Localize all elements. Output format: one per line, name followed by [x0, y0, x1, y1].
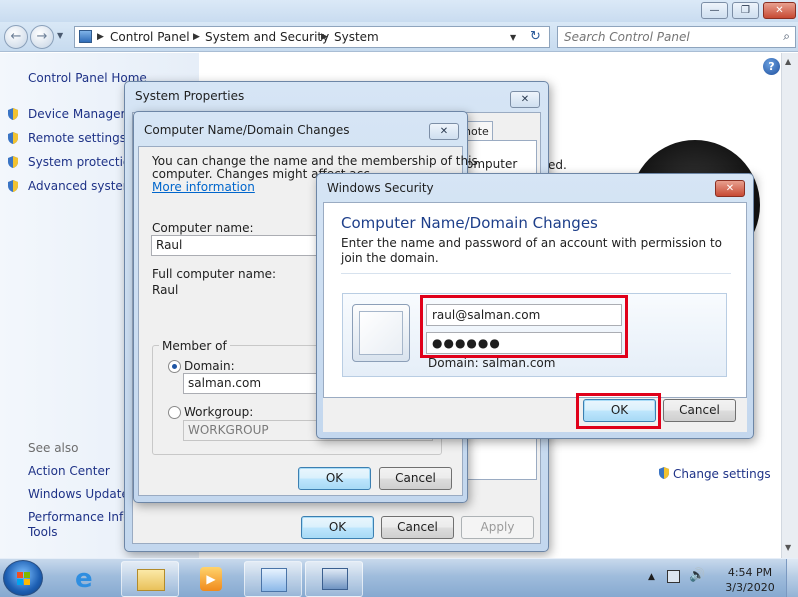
help-icon[interactable]: ?: [763, 58, 780, 75]
more-information-link[interactable]: More information: [152, 180, 255, 194]
breadcrumb-system[interactable]: System: [334, 30, 379, 44]
shield-icon: [8, 108, 18, 120]
windows-flag-icon: [24, 579, 30, 585]
folder-icon: [137, 569, 165, 591]
clock-time: 4:54 PM: [727, 566, 773, 579]
see-also-heading: See also: [28, 441, 79, 455]
start-button[interactable]: [3, 560, 43, 596]
breadcrumb-system-and-security[interactable]: System and Security: [205, 30, 329, 44]
maximize-button[interactable]: ❐: [732, 2, 759, 19]
member-of-label: Member of: [159, 339, 230, 353]
performance-info-link[interactable]: Performance Infor: [28, 510, 136, 524]
scroll-down-icon[interactable]: ▼: [785, 543, 791, 552]
action-center-link[interactable]: Action Center: [28, 464, 110, 478]
shield-icon: [8, 180, 18, 192]
system-taskbar-button[interactable]: [305, 561, 363, 597]
forward-button[interactable]: →: [30, 25, 54, 49]
show-desktop-button[interactable]: [786, 559, 798, 597]
user-tile-frame: [359, 311, 403, 355]
taskbar: e ▶ ▲ 🔊 4:54 PM 3/3/2020: [0, 558, 798, 597]
system-properties-apply-button[interactable]: Apply: [461, 516, 534, 539]
remote-settings-link[interactable]: Remote settings: [28, 131, 126, 145]
computer-name-label: Computer name:: [152, 221, 254, 235]
control-panel-icon: [261, 568, 287, 592]
breadcrumb-separator-icon[interactable]: ▶: [321, 32, 328, 42]
breadcrumb-separator-icon[interactable]: ▶: [97, 32, 104, 42]
system-protection-link[interactable]: System protection: [28, 155, 138, 169]
full-computer-name-value: Raul: [152, 283, 179, 297]
media-player-taskbar-button[interactable]: ▶: [182, 561, 240, 597]
credential-highlight-box: [420, 295, 628, 358]
system-clock[interactable]: 4:54 PM 3/3/2020: [715, 565, 785, 595]
full-computer-name-label: Full computer name:: [152, 267, 277, 281]
windows-flag-icon: [24, 572, 30, 578]
network-icon[interactable]: [667, 570, 680, 583]
separator: [341, 273, 731, 274]
workgroup-radio[interactable]: [168, 406, 181, 419]
media-player-icon: ▶: [200, 567, 222, 591]
internet-explorer-taskbar-button[interactable]: e: [60, 561, 118, 597]
explorer-titlebar: — ❐ ✕: [0, 0, 798, 22]
address-bar[interactable]: ▶ Control Panel ▶ System and Security ▶ …: [74, 26, 550, 48]
scroll-up-icon[interactable]: ▲: [785, 57, 791, 66]
internet-explorer-icon: e: [75, 564, 93, 594]
control-panel-icon: [79, 30, 92, 43]
system-properties-title: System Properties: [135, 89, 245, 103]
address-dropdown-icon[interactable]: ▼: [510, 33, 516, 42]
domain-note: Domain: salman.com: [428, 356, 556, 370]
address-row: ← → ▼ ▶ Control Panel ▶ System and Secur…: [0, 22, 798, 52]
back-button[interactable]: ←: [4, 25, 28, 49]
volume-icon[interactable]: 🔊: [689, 568, 705, 583]
breadcrumb-control-panel[interactable]: Control Panel: [110, 30, 190, 44]
computer-name-ok-button[interactable]: OK: [298, 467, 371, 490]
windows-security-close-button[interactable]: ✕: [715, 180, 745, 197]
explorer-taskbar-button[interactable]: [121, 561, 179, 597]
ok-highlight-box: [576, 393, 661, 429]
windows-update-link[interactable]: Windows Update: [28, 487, 129, 501]
system-properties-ok-button[interactable]: OK: [301, 516, 374, 539]
system-properties-cancel-button[interactable]: Cancel: [381, 516, 454, 539]
change-settings-link[interactable]: Change settings: [673, 467, 771, 481]
search-input[interactable]: [558, 27, 768, 47]
shield-icon: [659, 467, 669, 479]
search-icon[interactable]: ⌕: [783, 29, 790, 44]
system-properties-close-button[interactable]: ✕: [510, 91, 540, 108]
performance-tools-link[interactable]: Tools: [28, 525, 58, 539]
workgroup-label: Workgroup:: [184, 405, 254, 419]
clock-date: 3/3/2020: [725, 581, 775, 594]
windows-security-dialog: Windows Security ✕ Computer Name/Domain …: [316, 173, 754, 439]
shield-icon: [8, 132, 18, 144]
computer-name-close-button[interactable]: ✕: [429, 123, 459, 140]
windows-flag-icon: [17, 579, 23, 585]
minimize-button[interactable]: —: [701, 2, 728, 19]
domain-label: Domain:: [184, 359, 235, 373]
breadcrumb-separator-icon[interactable]: ▶: [193, 32, 200, 42]
computer-name-dialog-title: Computer Name/Domain Changes: [144, 123, 350, 137]
main-scrollbar[interactable]: ▲ ▼: [781, 53, 798, 558]
computer-icon: [322, 568, 348, 590]
shield-icon: [8, 156, 18, 168]
search-box[interactable]: ⌕: [557, 26, 796, 48]
recent-pages-icon[interactable]: ▼: [57, 31, 63, 40]
domain-radio[interactable]: [168, 360, 181, 373]
windows-security-title: Windows Security: [327, 181, 434, 195]
computer-name-cancel-button[interactable]: Cancel: [379, 467, 452, 490]
control-panel-taskbar-button[interactable]: [244, 561, 302, 597]
security-instructions: Enter the name and password of an accoun…: [341, 236, 722, 265]
windows-flag-icon: [17, 572, 23, 578]
intro-text-line1: You can change the name and the membersh…: [152, 154, 478, 168]
advanced-system-link[interactable]: Advanced system: [28, 179, 134, 193]
device-manager-link[interactable]: Device Manager: [28, 107, 125, 121]
main-partial-text: ed.: [548, 158, 567, 172]
security-heading: Computer Name/Domain Changes: [341, 214, 598, 232]
user-tile-icon: [352, 304, 410, 362]
close-button[interactable]: ✕: [763, 2, 796, 19]
refresh-icon[interactable]: ↻: [530, 29, 541, 44]
show-hidden-icons-icon[interactable]: ▲: [648, 572, 655, 582]
windows-security-cancel-button[interactable]: Cancel: [663, 399, 736, 422]
